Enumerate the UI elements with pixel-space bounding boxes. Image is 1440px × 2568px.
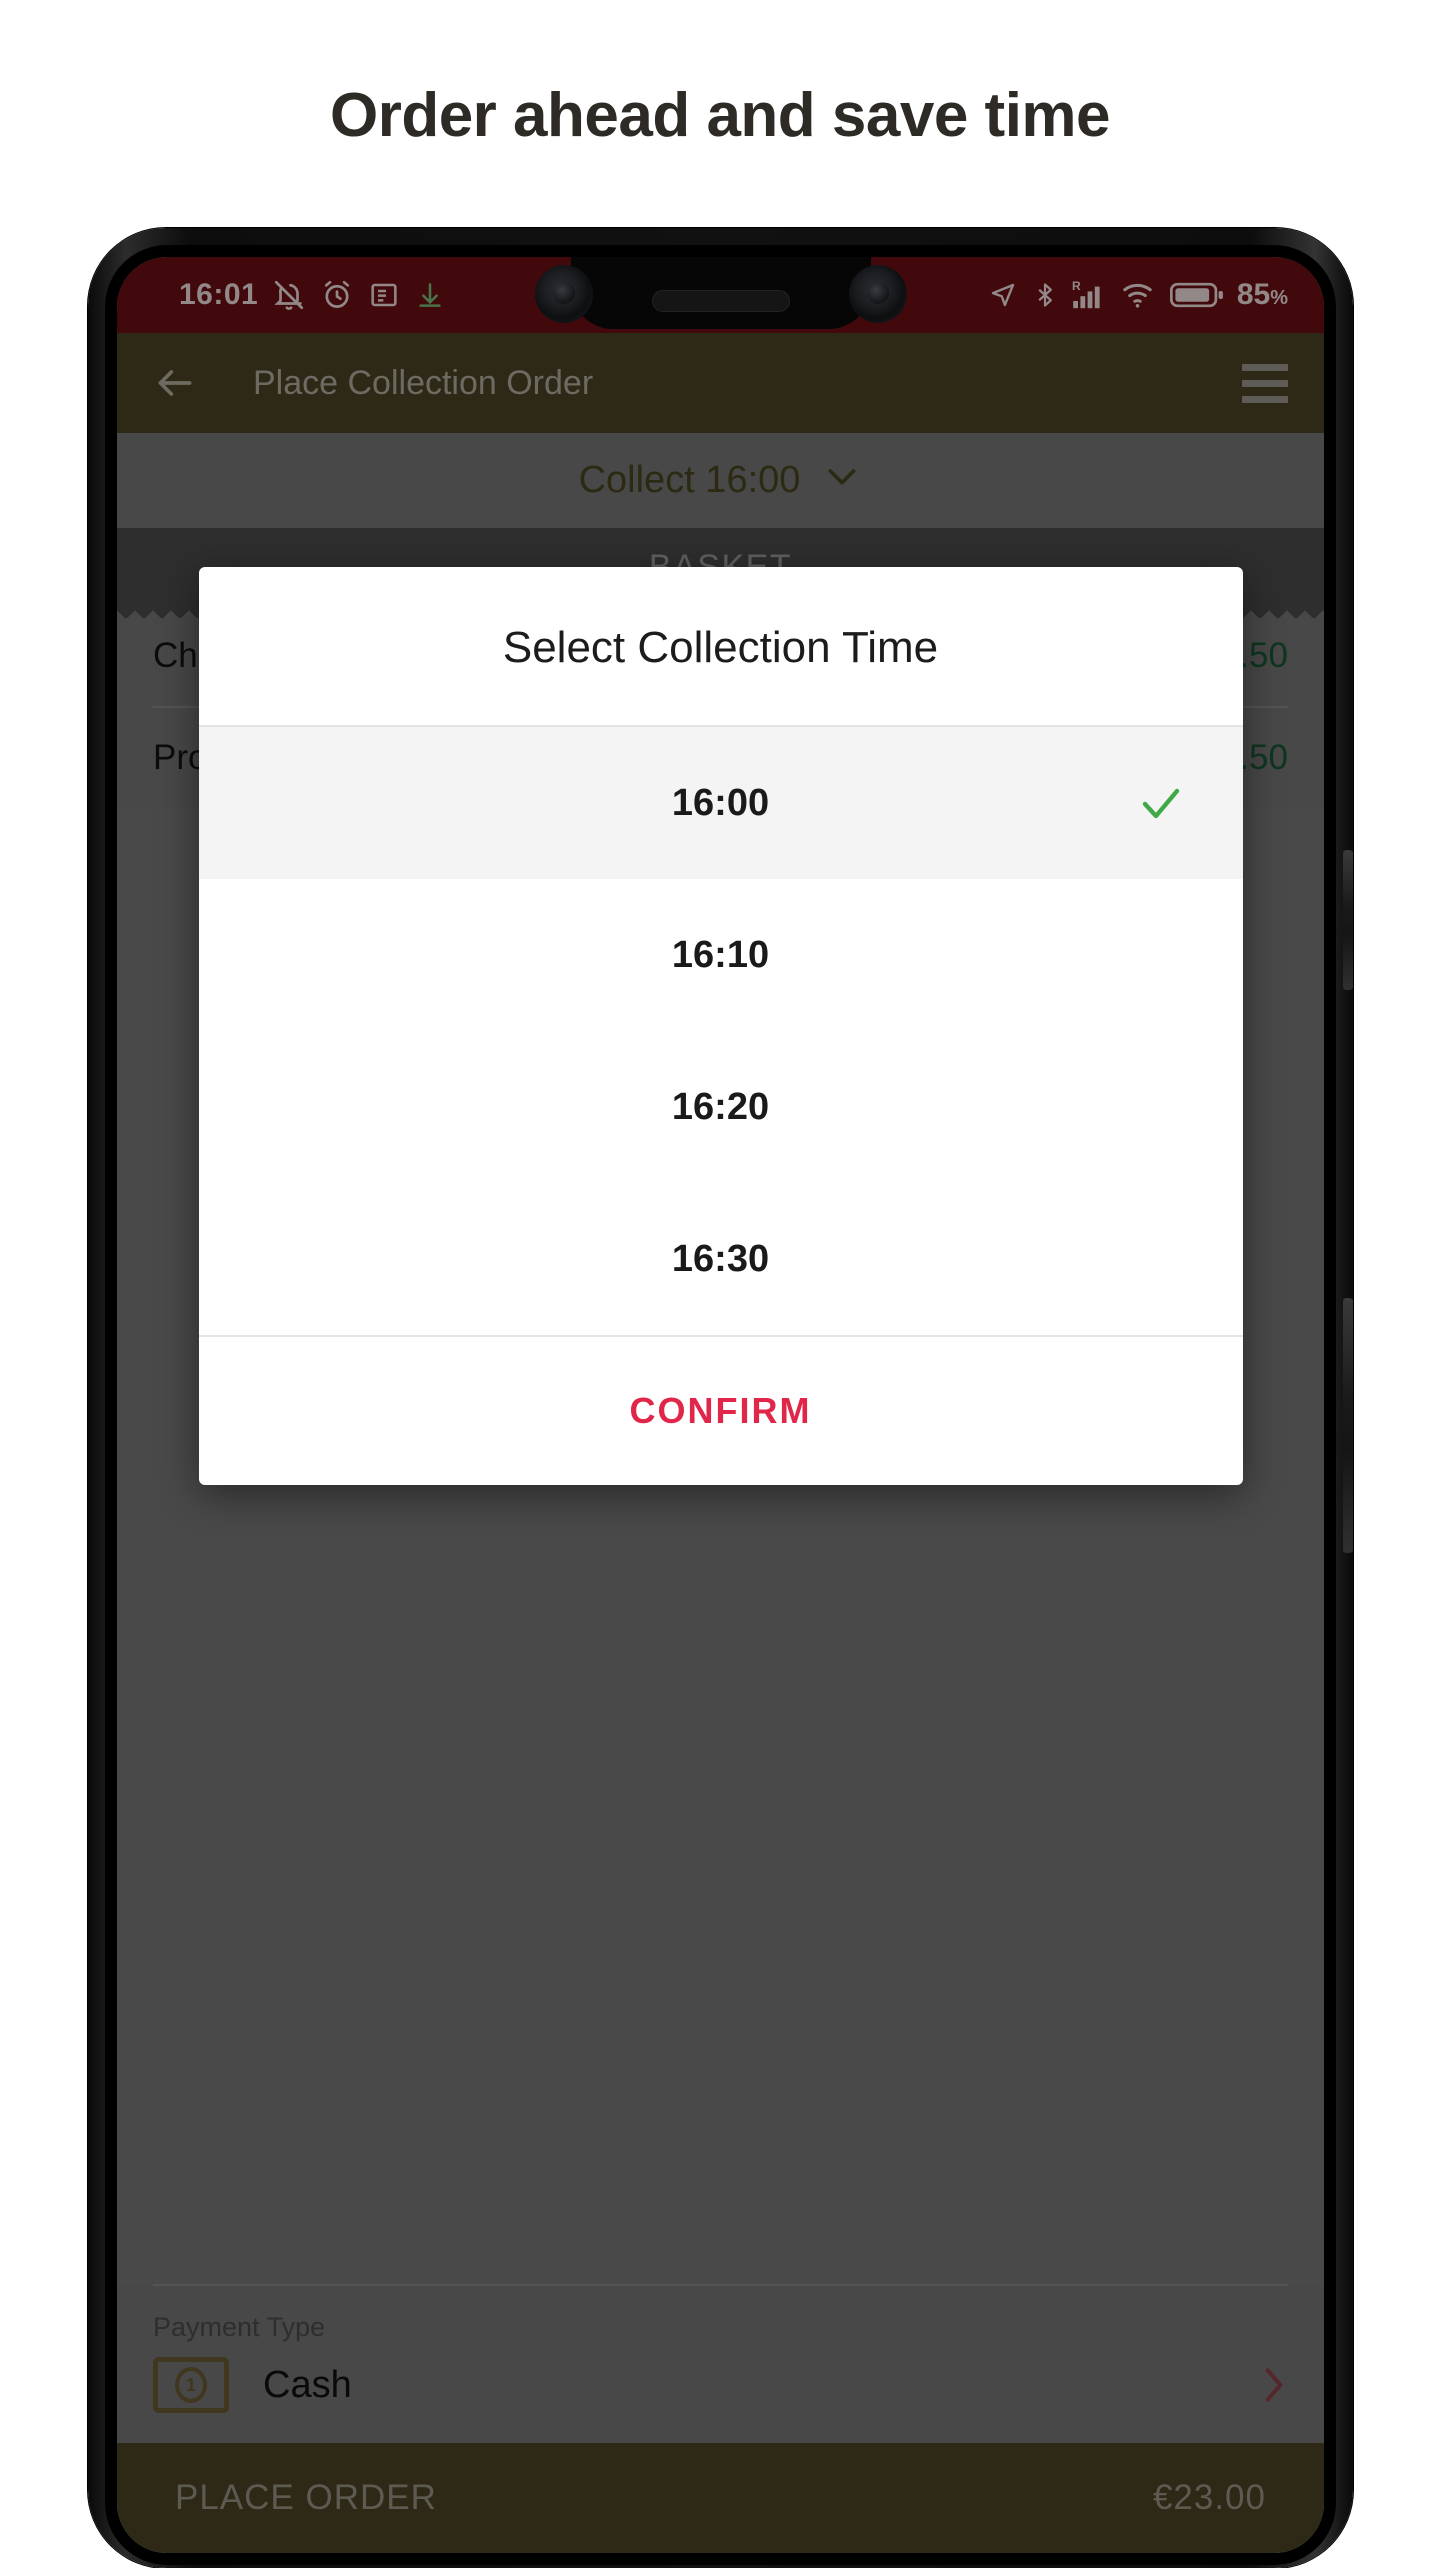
time-option-label: 16:10 (671, 933, 770, 976)
time-option-1630[interactable]: 16:30 (199, 1183, 1243, 1335)
time-option-1600[interactable]: 16:00 (198, 727, 1243, 879)
phone-side-button-volume[interactable] (1343, 850, 1353, 990)
time-option-1610[interactable]: 16:10 (199, 879, 1243, 1031)
phone-mockup: 16:01 R 85% Place Collection Order Colle… (88, 228, 1353, 2568)
time-option-list: 16:00 16:10 16:20 16:30 (198, 727, 1243, 1335)
check-icon (1137, 779, 1185, 827)
collection-time-dialog: Select Collection Time 16:00 16:10 16:20 (198, 567, 1243, 1485)
page-title: Order ahead and save time (329, 80, 1111, 150)
phone-screen: 16:01 R 85% Place Collection Order Colle… (117, 257, 1324, 2553)
time-option-1620[interactable]: 16:20 (199, 1031, 1243, 1183)
time-option-label: 16:30 (671, 1237, 770, 1280)
phone-side-button-power[interactable] (1343, 1298, 1353, 1553)
time-option-label: 16:20 (671, 1085, 770, 1128)
dialog-title: Select Collection Time (198, 567, 1243, 727)
time-option-label: 16:00 (671, 781, 770, 824)
dialog-footer: CONFIRM (198, 1335, 1243, 1485)
confirm-button[interactable]: CONFIRM (624, 1389, 818, 1433)
